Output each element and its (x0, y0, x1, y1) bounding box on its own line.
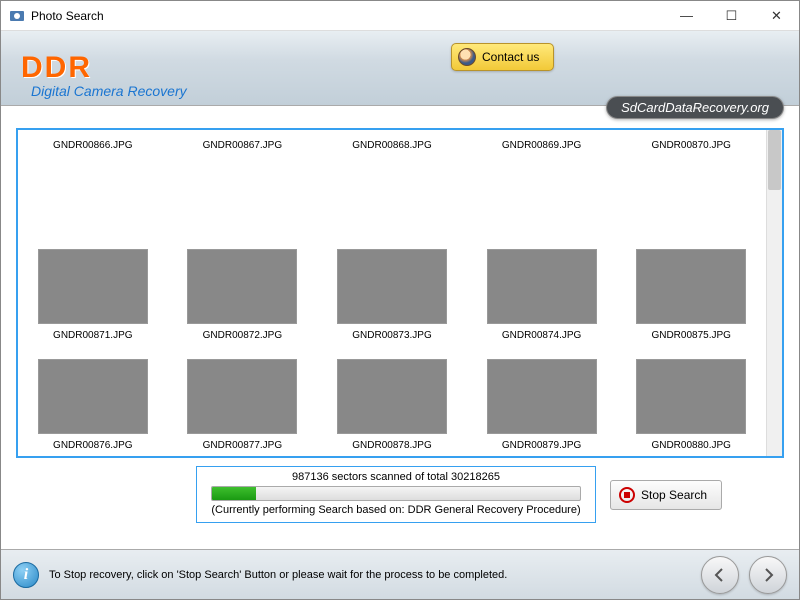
file-name: GNDR00869.JPG (502, 140, 581, 151)
file-name: GNDR00880.JPG (651, 440, 730, 451)
scrollbar[interactable] (766, 130, 782, 456)
thumbnail-grid-box: GNDR00866.JPG GNDR00867.JPG GNDR00868.JPG G… (16, 128, 784, 458)
thumbnail-image (337, 249, 447, 324)
contact-us-button[interactable]: Contact us (451, 43, 554, 71)
file-name: GNDR00871.JPG (53, 330, 132, 341)
thumbnail-image (636, 359, 746, 434)
thumbnail-image (487, 249, 597, 324)
maximize-button[interactable]: ☐ (709, 1, 754, 31)
thumbnail-image (636, 249, 746, 324)
file-name: GNDR00868.JPG (352, 140, 431, 151)
file-name: GNDR00875.JPG (651, 330, 730, 341)
progress-fill (212, 487, 256, 500)
file-name: GNDR00876.JPG (53, 440, 132, 451)
progress-bar (211, 486, 581, 501)
thumbnail-cell[interactable]: GNDR00877.JPG (168, 350, 318, 456)
thumbnail-cell[interactable]: GNDR00874.JPG (467, 240, 617, 350)
contact-label: Contact us (482, 50, 539, 64)
method-text: (Currently performing Search based on: D… (211, 504, 580, 516)
file-name: GNDR00872.JPG (203, 330, 282, 341)
thumbnail-cell[interactable]: GNDR00866.JPG (18, 130, 168, 240)
thumbnail-cell[interactable]: GNDR00875.JPG (616, 240, 766, 350)
file-name: GNDR00878.JPG (352, 440, 431, 451)
app-icon (9, 8, 25, 24)
info-icon: i (13, 562, 39, 588)
thumbnail-cell[interactable]: GNDR00868.JPG (317, 130, 467, 240)
stop-search-button[interactable]: Stop Search (610, 480, 722, 510)
file-name: GNDR00866.JPG (53, 140, 132, 151)
thumbnail-cell[interactable]: GNDR00880.JPG (616, 350, 766, 456)
thumbnail-cell[interactable]: GNDR00879.JPG (467, 350, 617, 456)
thumbnail-cell[interactable]: GNDR00876.JPG (18, 350, 168, 456)
back-button[interactable] (701, 556, 739, 594)
file-name: GNDR00873.JPG (352, 330, 431, 341)
header-banner: DDR Digital Camera Recovery Contact us S… (1, 31, 799, 106)
thumbnail-cell[interactable]: GNDR00872.JPG (168, 240, 318, 350)
site-badge: SdCardDataRecovery.org (606, 96, 784, 119)
thumbnail-grid: GNDR00866.JPG GNDR00867.JPG GNDR00868.JPG G… (18, 130, 766, 456)
footer-hint: To Stop recovery, click on 'Stop Search'… (49, 569, 691, 581)
window-title: Photo Search (31, 9, 664, 23)
subtitle: Digital Camera Recovery (31, 83, 187, 99)
person-icon (458, 48, 476, 66)
progress-box: 987136 sectors scanned of total 30218265… (196, 466, 596, 523)
thumbnail-cell[interactable]: GNDR00870.JPG (616, 130, 766, 240)
stop-label: Stop Search (641, 488, 707, 502)
thumbnail-image (187, 359, 297, 434)
progress-row: 987136 sectors scanned of total 30218265… (16, 466, 784, 523)
next-button[interactable] (749, 556, 787, 594)
thumbnail-image (38, 249, 148, 324)
thumbnail-image (337, 359, 447, 434)
file-name: GNDR00877.JPG (203, 440, 282, 451)
file-name: GNDR00867.JPG (203, 140, 282, 151)
file-name: GNDR00874.JPG (502, 330, 581, 341)
close-button[interactable]: ✕ (754, 1, 799, 31)
thumbnail-image (38, 359, 148, 434)
footer: i To Stop recovery, click on 'Stop Searc… (1, 549, 799, 599)
thumbnail-cell[interactable]: GNDR00867.JPG (168, 130, 318, 240)
thumbnail-image (487, 359, 597, 434)
thumbnail-cell[interactable]: GNDR00878.JPG (317, 350, 467, 456)
thumbnail-cell[interactable]: GNDR00871.JPG (18, 240, 168, 350)
titlebar: Photo Search — ☐ ✕ (1, 1, 799, 31)
content-area: GNDR00866.JPG GNDR00867.JPG GNDR00868.JPG G… (1, 106, 799, 549)
minimize-button[interactable]: — (664, 1, 709, 31)
thumbnail-cell[interactable]: GNDR00873.JPG (317, 240, 467, 350)
thumbnail-cell[interactable]: GNDR00869.JPG (467, 130, 617, 240)
sectors-text: 987136 sectors scanned of total 30218265 (292, 471, 500, 483)
file-name: GNDR00870.JPG (651, 140, 730, 151)
stop-icon (619, 487, 635, 503)
thumbnail-image (187, 249, 297, 324)
scrollbar-thumb[interactable] (768, 130, 781, 190)
file-name: GNDR00879.JPG (502, 440, 581, 451)
logo: DDR (21, 51, 92, 85)
